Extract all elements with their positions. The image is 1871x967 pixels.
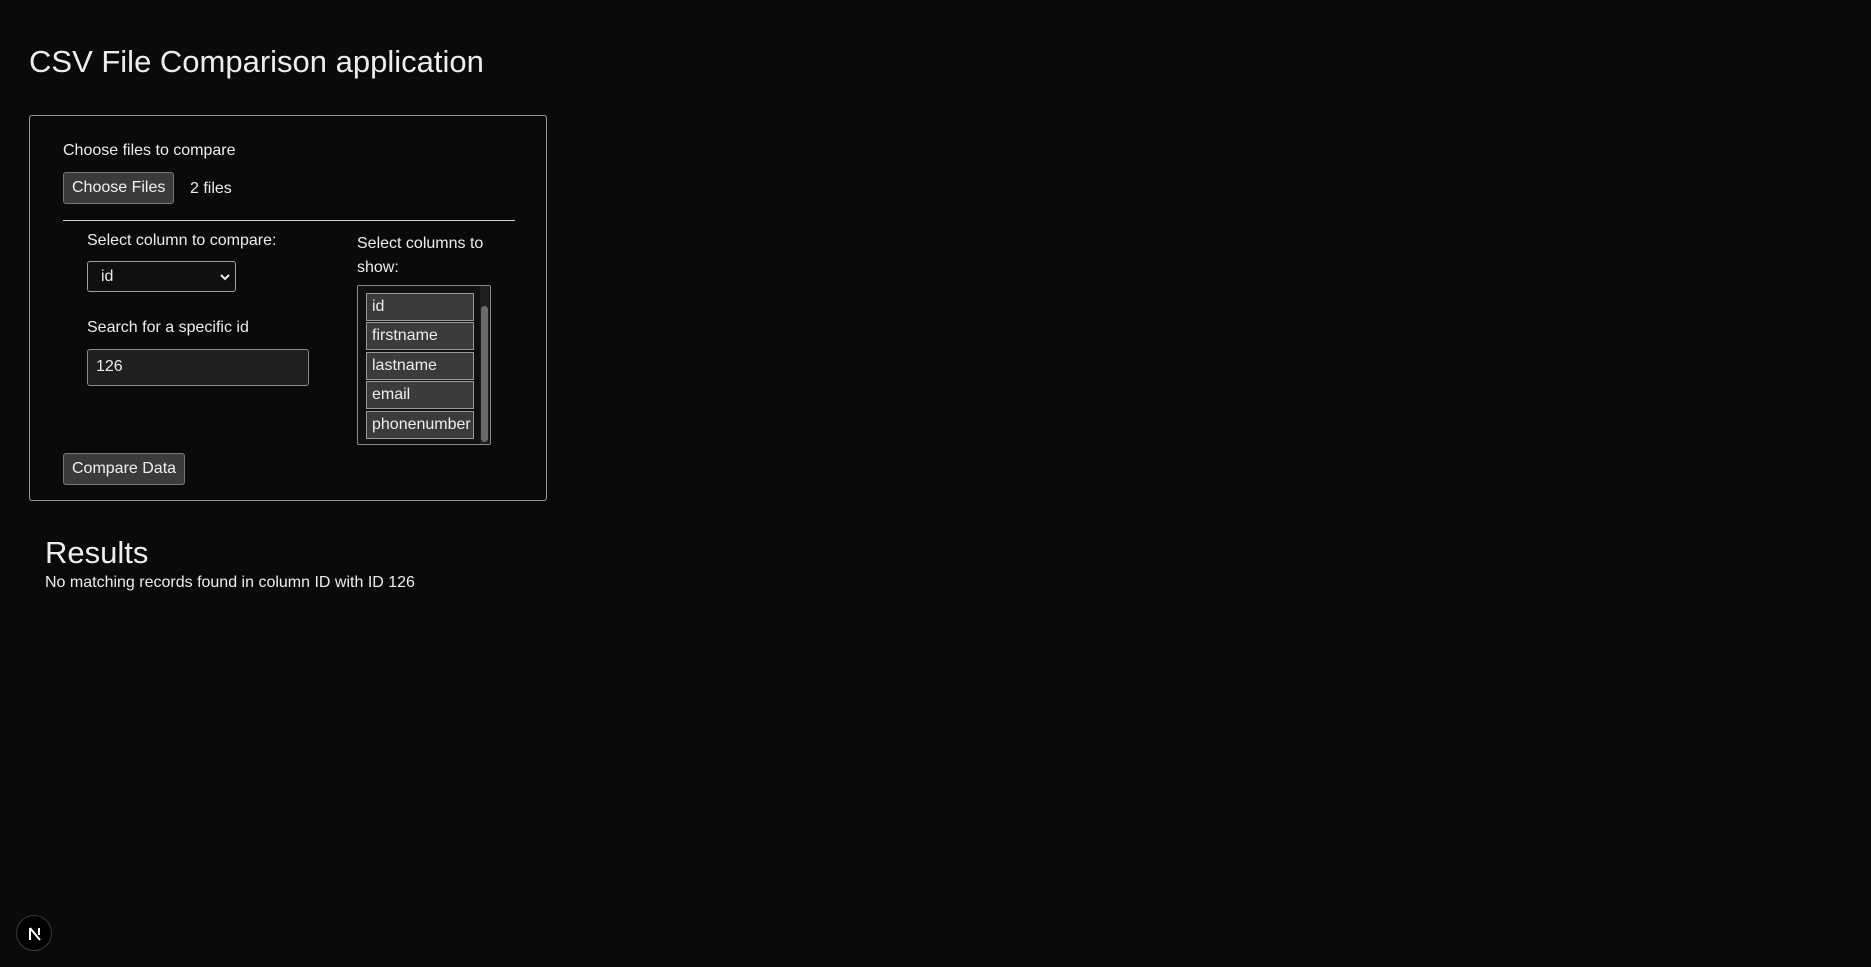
nextjs-dev-badge[interactable] (16, 915, 52, 951)
nextjs-logo-icon (29, 927, 41, 941)
column-option-firstname[interactable]: firstname (366, 322, 474, 350)
search-label: Search for a specific id (87, 319, 249, 336)
column-option-id[interactable]: id (366, 293, 474, 321)
choose-files-button[interactable]: Choose Files (63, 172, 175, 204)
listbox-scrollbar[interactable] (480, 286, 489, 444)
files-count: 2 files (190, 180, 232, 197)
results-message: No matching records found in column ID w… (45, 574, 415, 591)
column-option-phonenumber[interactable]: phonenumber (366, 411, 474, 439)
search-input[interactable]: 126 (87, 349, 309, 386)
comparison-form: Choose files to compare Choose Files 2 f… (29, 115, 547, 501)
results-heading: Results (45, 535, 149, 570)
chevron-down-icon (220, 274, 230, 281)
show-columns-label: Select columns to show: (357, 235, 484, 276)
compare-column-select[interactable]: id (87, 261, 236, 292)
page-title: CSV File Comparison application (29, 44, 484, 79)
compare-column-label: Select column to compare: (87, 232, 277, 249)
column-option-email[interactable]: email (366, 381, 474, 409)
compare-column-value: id (101, 268, 114, 285)
divider (63, 220, 515, 221)
columns-listbox[interactable]: id firstname lastname email phonenumber (357, 285, 491, 445)
compare-data-button[interactable]: Compare Data (63, 453, 186, 485)
column-option-lastname[interactable]: lastname (366, 352, 474, 380)
choose-files-label: Choose files to compare (63, 142, 236, 159)
listbox-scroll-thumb[interactable] (481, 306, 488, 442)
search-input-value: 126 (96, 358, 123, 375)
